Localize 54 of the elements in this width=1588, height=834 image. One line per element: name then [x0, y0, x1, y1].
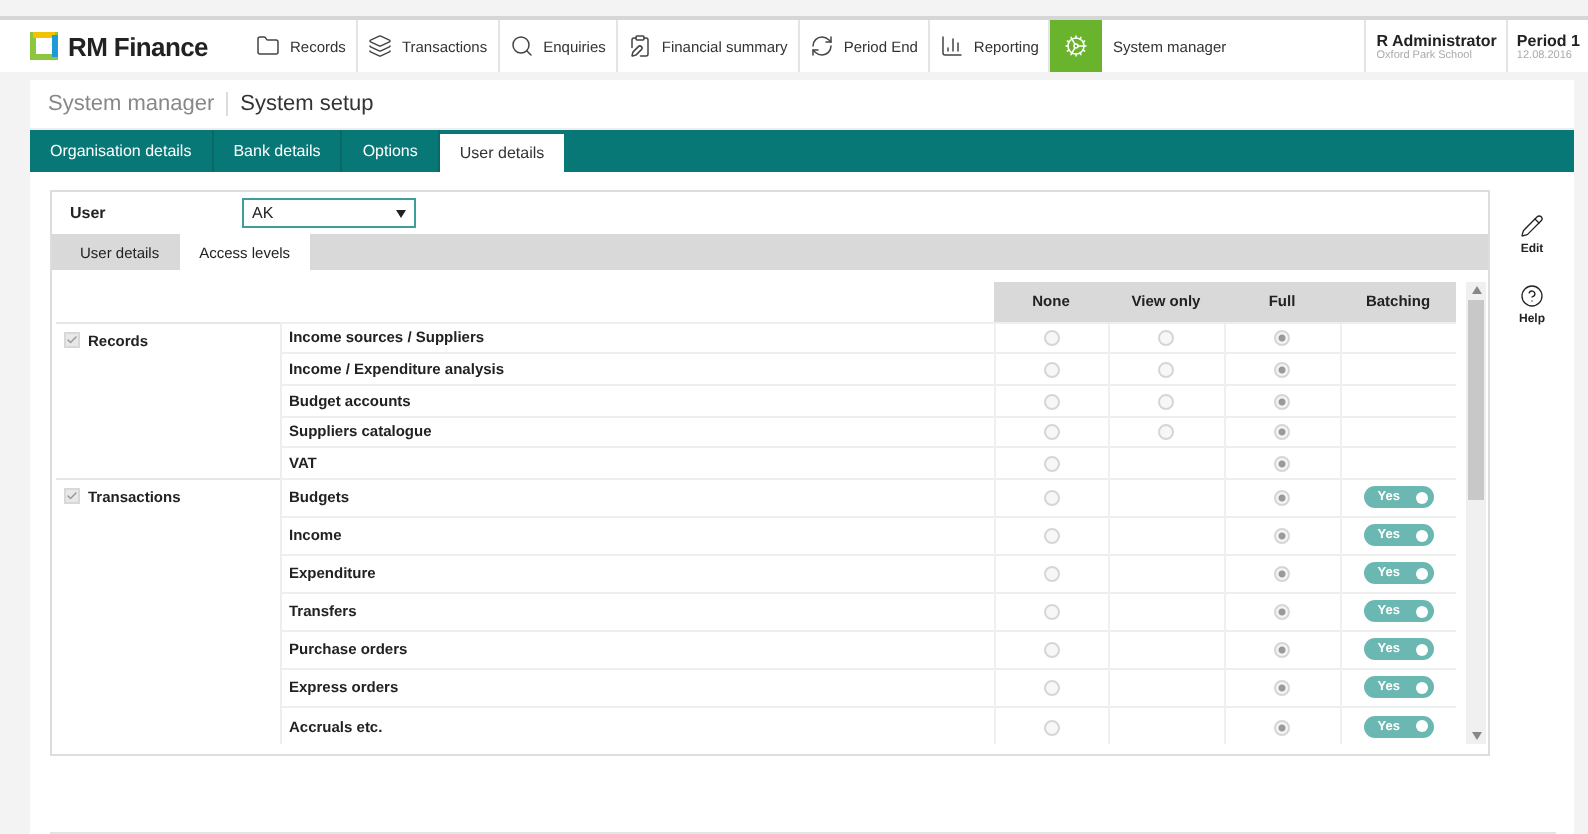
access-radio[interactable] [1274, 456, 1290, 473]
gear-icon [1064, 34, 1089, 58]
clipboard-icon [627, 34, 652, 58]
tab[interactable]: User details [439, 134, 565, 172]
access-radio[interactable] [1274, 490, 1290, 507]
caret-icon [396, 209, 406, 217]
access-radio[interactable] [1274, 424, 1290, 441]
user-name: R Administrator [1376, 31, 1497, 49]
access-radio[interactable] [1274, 393, 1290, 410]
tab[interactable]: Organisation details [30, 130, 214, 172]
access-radio[interactable] [1158, 330, 1174, 347]
access-radio[interactable] [1043, 528, 1059, 545]
arrow-up-icon[interactable] [1471, 286, 1481, 294]
access-radio[interactable] [1274, 528, 1290, 545]
layers-icon [367, 34, 392, 58]
access-radio[interactable] [1043, 424, 1059, 441]
scrollbar[interactable] [1466, 282, 1486, 744]
breadcrumb-link[interactable]: System manager [48, 92, 229, 116]
app-name: RM Finance [68, 31, 208, 61]
user-label: User [70, 204, 108, 222]
refresh-icon [809, 34, 834, 58]
access-radio[interactable] [1043, 362, 1059, 379]
page-title: System setup [238, 92, 374, 116]
access-radio[interactable] [1274, 604, 1290, 621]
access-radio[interactable] [1274, 566, 1290, 583]
arrow-down-icon[interactable] [1471, 732, 1481, 740]
group-checkbox[interactable] [64, 332, 80, 348]
user-select[interactable]: AK [242, 198, 416, 228]
access-radio[interactable] [1043, 604, 1059, 621]
access-radio[interactable] [1274, 330, 1290, 347]
access-radio[interactable] [1274, 680, 1290, 697]
folder-icon [256, 34, 280, 58]
access-radio[interactable] [1158, 393, 1174, 410]
access-radio[interactable] [1043, 719, 1059, 736]
access-radio[interactable] [1274, 362, 1290, 379]
access-radio[interactable] [1158, 362, 1174, 379]
logo-icon [30, 32, 58, 60]
access-radio[interactable] [1043, 680, 1059, 697]
access-radio[interactable] [1043, 393, 1059, 410]
access-radio[interactable] [1043, 566, 1059, 583]
access-radio[interactable] [1274, 719, 1290, 736]
bar-chart-icon [939, 34, 964, 58]
access-radio[interactable] [1043, 490, 1059, 507]
pencil-icon [1520, 214, 1544, 238]
access-radio[interactable] [1043, 330, 1059, 347]
access-radio[interactable] [1043, 456, 1059, 473]
access-radio[interactable] [1158, 424, 1174, 441]
group-checkbox[interactable] [64, 488, 80, 505]
help-icon [1519, 284, 1544, 308]
tab[interactable]: Bank details [213, 130, 343, 172]
access-radio[interactable] [1274, 642, 1290, 659]
access-radio[interactable] [1043, 642, 1059, 659]
period-label: Period 1 [1516, 31, 1580, 49]
search-icon [509, 34, 534, 58]
